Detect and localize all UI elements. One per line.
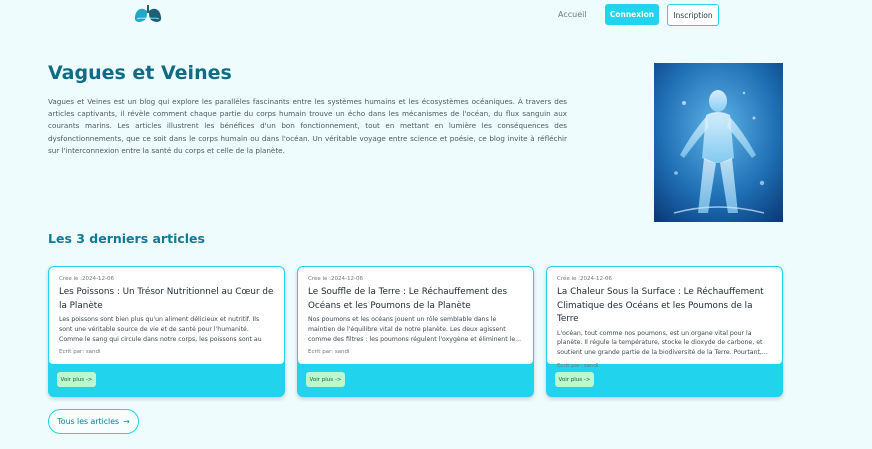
article-card: Crée le :2024-12-06 Le Souffle de la Ter…: [297, 266, 534, 397]
read-more-button[interactable]: Voir plus ->: [57, 372, 96, 387]
blog-description: Vagues et Veines est un blog qui explore…: [48, 97, 567, 155]
latest-articles-title: Les 3 derniers articles: [48, 231, 205, 246]
signup-button[interactable]: Inscription: [667, 4, 719, 26]
article-date: Crée le :2024-12-06: [59, 276, 114, 282]
article-date: Crée le :2024-12-06: [557, 276, 612, 282]
article-card: Crée le :2024-12-06 La Chaleur Sous la S…: [546, 266, 783, 397]
all-articles-label: Tous les articles: [57, 417, 120, 426]
all-articles-button[interactable]: Tous les articles →: [48, 409, 139, 434]
water-body-image: [654, 63, 783, 222]
article-title[interactable]: La Chaleur Sous la Surface : Le Réchauff…: [557, 286, 772, 327]
article-author: Ecrit par: sandi: [557, 362, 599, 369]
nav-home-link[interactable]: Accueil: [558, 10, 587, 19]
article-card-body: Crée le :2024-12-06 Les Poissons : Un Tr…: [49, 267, 284, 364]
article-date: Crée le :2024-12-06: [308, 276, 363, 282]
hero-image: [654, 63, 783, 222]
article-card-body: Crée le :2024-12-06 Le Souffle de la Ter…: [298, 267, 533, 364]
page-title: Vagues et Veines: [48, 62, 232, 84]
article-title[interactable]: Les Poissons : Un Trésor Nutritionnel au…: [59, 286, 274, 313]
article-author: Ecrit par: sandi: [308, 349, 350, 355]
article-title[interactable]: Le Souffle de la Terre : Le Réchauffemen…: [308, 286, 523, 313]
read-more-button[interactable]: Voir plus ->: [306, 372, 345, 387]
read-more-button[interactable]: Voir plus ->: [555, 372, 594, 387]
article-excerpt: Les poissons sont bien plus qu'un alimen…: [59, 316, 262, 343]
login-button[interactable]: Connexion: [605, 4, 659, 25]
article-card-body: Crée le :2024-12-06 La Chaleur Sous la S…: [547, 267, 782, 369]
article-excerpt: L'océan, tout comme nos poumons, est un …: [557, 329, 768, 357]
top-navbar: Accueil Connexion Inscription: [0, 0, 872, 30]
article-author: Ecrit par: sandi: [59, 349, 101, 355]
article-card: Crée le :2024-12-06 Les Poissons : Un Tr…: [48, 266, 285, 397]
article-excerpt: Nos poumons et les océans jouent un rôle…: [308, 316, 522, 343]
lungs-icon[interactable]: [133, 5, 163, 23]
arrow-right-icon: →: [123, 417, 130, 426]
